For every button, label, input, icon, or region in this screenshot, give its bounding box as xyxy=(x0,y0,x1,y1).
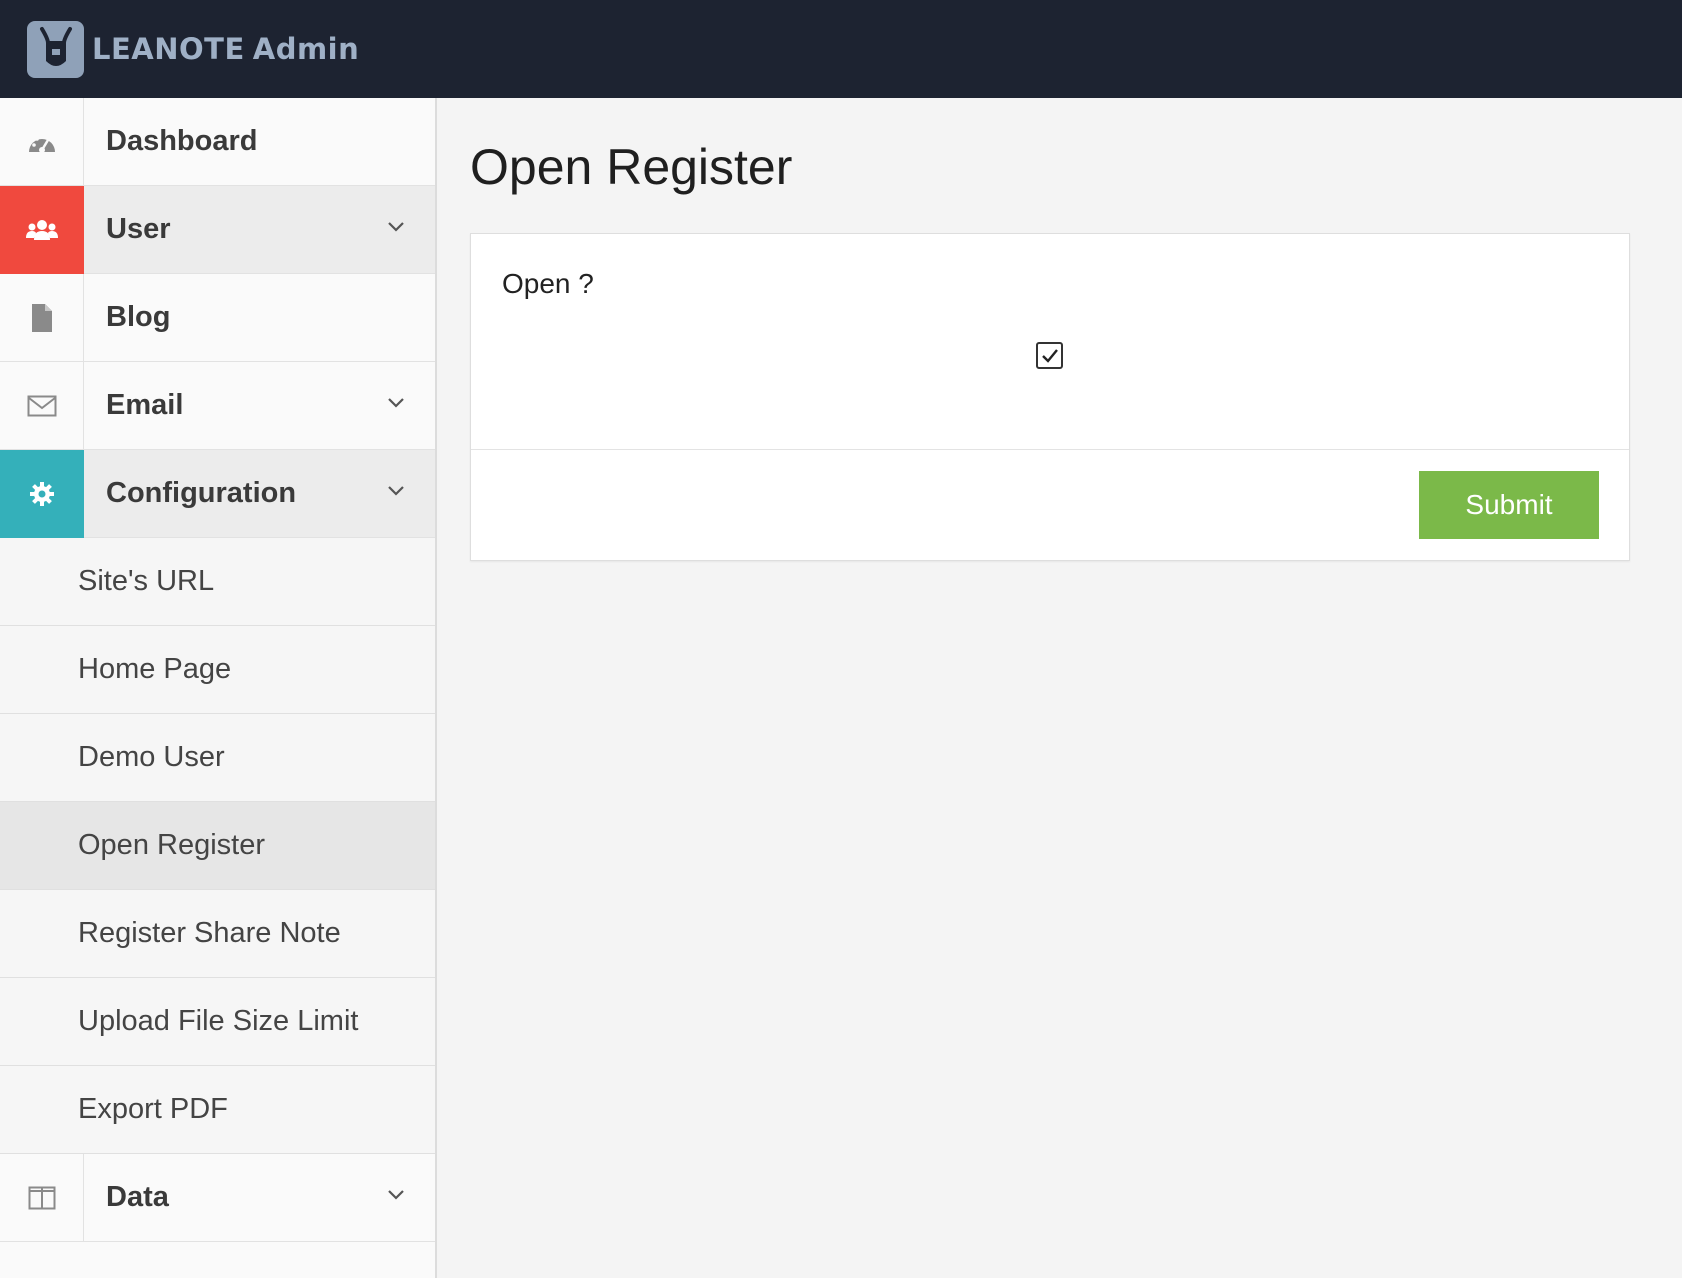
sidebar-item-blog[interactable]: Blog xyxy=(0,273,435,362)
sidebar-item-data[interactable]: Data xyxy=(0,1153,435,1242)
sidebar-item-configuration[interactable]: Configuration xyxy=(0,449,435,538)
chevron-down-icon xyxy=(388,486,404,496)
sidebar-item-dashboard[interactable]: Dashboard xyxy=(0,97,435,186)
brand-name: LEANOTE xyxy=(92,32,245,66)
chevron-down-icon xyxy=(388,222,404,232)
sidebar-subitem-sites-url[interactable]: Site's URL xyxy=(0,538,435,626)
chevron-down-icon xyxy=(388,398,404,408)
panel-body: Open ? xyxy=(471,234,1629,450)
sidebar-item-label: Configuration xyxy=(106,477,297,509)
brand-admin-label: Admin xyxy=(252,32,360,66)
sidebar-item-label: Data xyxy=(106,1181,169,1213)
page-title: Open Register xyxy=(470,139,793,195)
sidebar-item-email[interactable]: Email xyxy=(0,361,435,450)
columns-icon xyxy=(0,1153,84,1242)
sidebar-item-label: User xyxy=(106,213,171,245)
sidebar-subitem-upload-file-size-limit[interactable]: Upload File Size Limit xyxy=(0,978,435,1066)
sidebar-subitem-register-share-note[interactable]: Register Share Note xyxy=(0,890,435,978)
sidebar-item-label: Dashboard xyxy=(106,125,258,157)
dashboard-icon xyxy=(0,97,84,186)
sidebar-item-label: Blog xyxy=(106,301,171,333)
sidebar-item-user[interactable]: User xyxy=(0,185,435,274)
sidebar-subitem-open-register[interactable]: Open Register xyxy=(0,802,435,890)
sidebar-subitem-export-pdf[interactable]: Export PDF xyxy=(0,1066,435,1154)
envelope-icon xyxy=(0,361,84,450)
top-navbar: LEANOTE Admin xyxy=(0,0,1682,98)
sidebar: Dashboard User Blog Email Configuration … xyxy=(0,97,437,1278)
settings-panel: Open ? Submit xyxy=(470,233,1630,561)
sidebar-subitem-home-page[interactable]: Home Page xyxy=(0,626,435,714)
users-icon xyxy=(0,185,84,274)
checkmark-icon xyxy=(1041,348,1058,363)
sidebar-subitem-demo-user[interactable]: Demo User xyxy=(0,714,435,802)
chevron-down-icon xyxy=(388,1190,404,1200)
open-register-checkbox[interactable] xyxy=(1036,342,1063,369)
submit-button[interactable]: Submit xyxy=(1419,471,1599,539)
gear-icon xyxy=(0,449,84,538)
main-content: Open Register Open ? Submit xyxy=(470,98,1630,561)
brand-title[interactable]: LEANOTE Admin xyxy=(92,32,359,66)
file-icon xyxy=(0,273,84,362)
open-field-label: Open ? xyxy=(502,268,594,299)
sidebar-item-label: Email xyxy=(106,389,184,421)
panel-footer: Submit xyxy=(471,450,1629,560)
leanote-logo-icon[interactable] xyxy=(27,20,84,78)
